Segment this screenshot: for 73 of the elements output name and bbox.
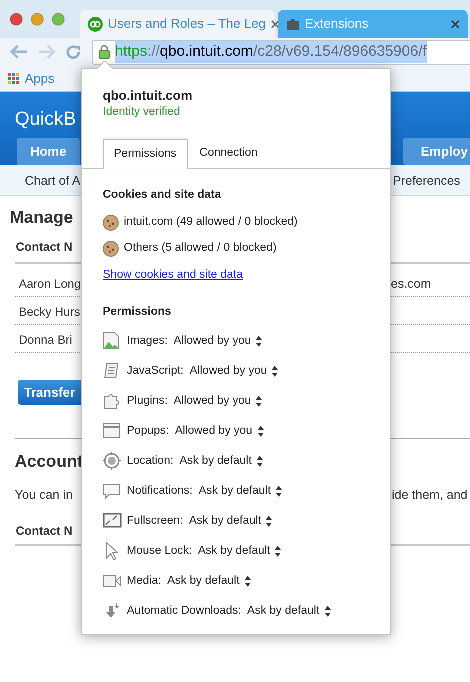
paragraph-text: ide them, and [392, 487, 468, 504]
permission-dropdown[interactable]: Ask by default [168, 572, 251, 590]
cookie-count-text: intuit.com (49 allowed / 0 blocked) [124, 215, 298, 230]
subnav-link[interactable]: Chart of A [25, 172, 81, 191]
target-icon [103, 452, 122, 470]
popup-tab[interactable]: Connection [190, 139, 268, 168]
page-heading: Manage [10, 207, 74, 229]
section-heading: Account [15, 451, 83, 473]
cookies-link[interactable]: Show cookies and site data [103, 267, 244, 284]
tab-logo-icon [88, 16, 103, 32]
updown-icon [276, 486, 282, 497]
section-heading: Permissions [103, 305, 172, 320]
image-file-icon [103, 332, 122, 350]
updown-icon [275, 546, 282, 557]
back-icon[interactable] [10, 45, 28, 59]
bookmark-link[interactable]: Apps [25, 68, 55, 88]
table-cell-text: Donna Bri [19, 332, 72, 349]
site-name: qbo.intuit.com [103, 87, 194, 104]
permission-label: Notifications: [127, 484, 193, 499]
cookie-count-text: Others (5 allowed / 0 blocked) [124, 241, 277, 256]
close-icon[interactable] [451, 20, 460, 28]
speech-bubble-icon [103, 482, 122, 500]
window-control-icon[interactable] [10, 13, 23, 26]
permission-dropdown[interactable]: Allowed by you [174, 392, 262, 410]
close-icon[interactable] [271, 20, 280, 28]
updown-icon [272, 366, 278, 377]
permission-dropdown[interactable]: Ask by default [247, 602, 331, 620]
column-header: Contact N [16, 523, 73, 540]
permission-dropdown[interactable]: Ask by default [189, 512, 272, 530]
section-heading: Cookies and site data [103, 188, 222, 202]
permission-dropdown[interactable]: Allowed by you [174, 332, 262, 350]
cookie-icon [103, 241, 119, 257]
permission-label: Mouse Lock: [127, 544, 192, 559]
permission-label: Plugins: [127, 394, 168, 409]
cookie-icon [103, 215, 119, 231]
apps-grid-icon[interactable] [8, 73, 19, 84]
updown-icon [244, 576, 251, 587]
url-text: https://qbo.intuit.com/c28/v69.154/896635906/f [115, 40, 427, 64]
identity-status: Identity verified [103, 105, 182, 120]
app-logo: QuickB [15, 108, 76, 132]
permission-dropdown[interactable]: Ask by default [198, 542, 282, 560]
permission-label: Automatic Downloads: [127, 604, 242, 619]
table-cell-text: Aaron Long [19, 276, 82, 293]
paragraph-text: You can in [15, 487, 73, 504]
table-cell-text: es.com [391, 276, 432, 293]
window-control-icon[interactable] [52, 13, 65, 26]
updown-icon [256, 456, 263, 467]
updown-icon [266, 516, 272, 527]
popup-tab[interactable]: Permissions [103, 139, 188, 169]
permission-label: Location: [127, 454, 174, 469]
permission-dropdown[interactable]: Allowed by you [190, 362, 278, 380]
window-control-icon[interactable] [31, 13, 44, 26]
expand-icon [103, 512, 122, 530]
permission-label: Fullscreen: [127, 514, 184, 529]
reload-icon[interactable] [66, 44, 81, 60]
column-header: Contact N [16, 239, 73, 256]
permission-label: Media: [127, 574, 162, 589]
updown-icon [324, 606, 331, 617]
lock-icon [99, 45, 110, 59]
permission-label: Popups: [127, 424, 170, 439]
updown-icon [256, 336, 262, 347]
transfer-button[interactable]: Transfer [18, 380, 81, 405]
updown-icon [258, 426, 264, 437]
permission-label: Images: [127, 334, 168, 349]
permission-label: JavaScript: [127, 364, 184, 379]
permission-dropdown[interactable]: Ask by default [198, 482, 282, 500]
updown-icon [256, 396, 262, 407]
permission-dropdown[interactable]: Allowed by you [175, 422, 264, 440]
download-icon [103, 602, 122, 620]
window-icon [103, 422, 122, 440]
subnav-link[interactable]: Preferences [393, 172, 460, 191]
permission-dropdown[interactable]: Ask by default [180, 452, 263, 470]
table-cell-text: Becky Hurs [19, 304, 80, 321]
